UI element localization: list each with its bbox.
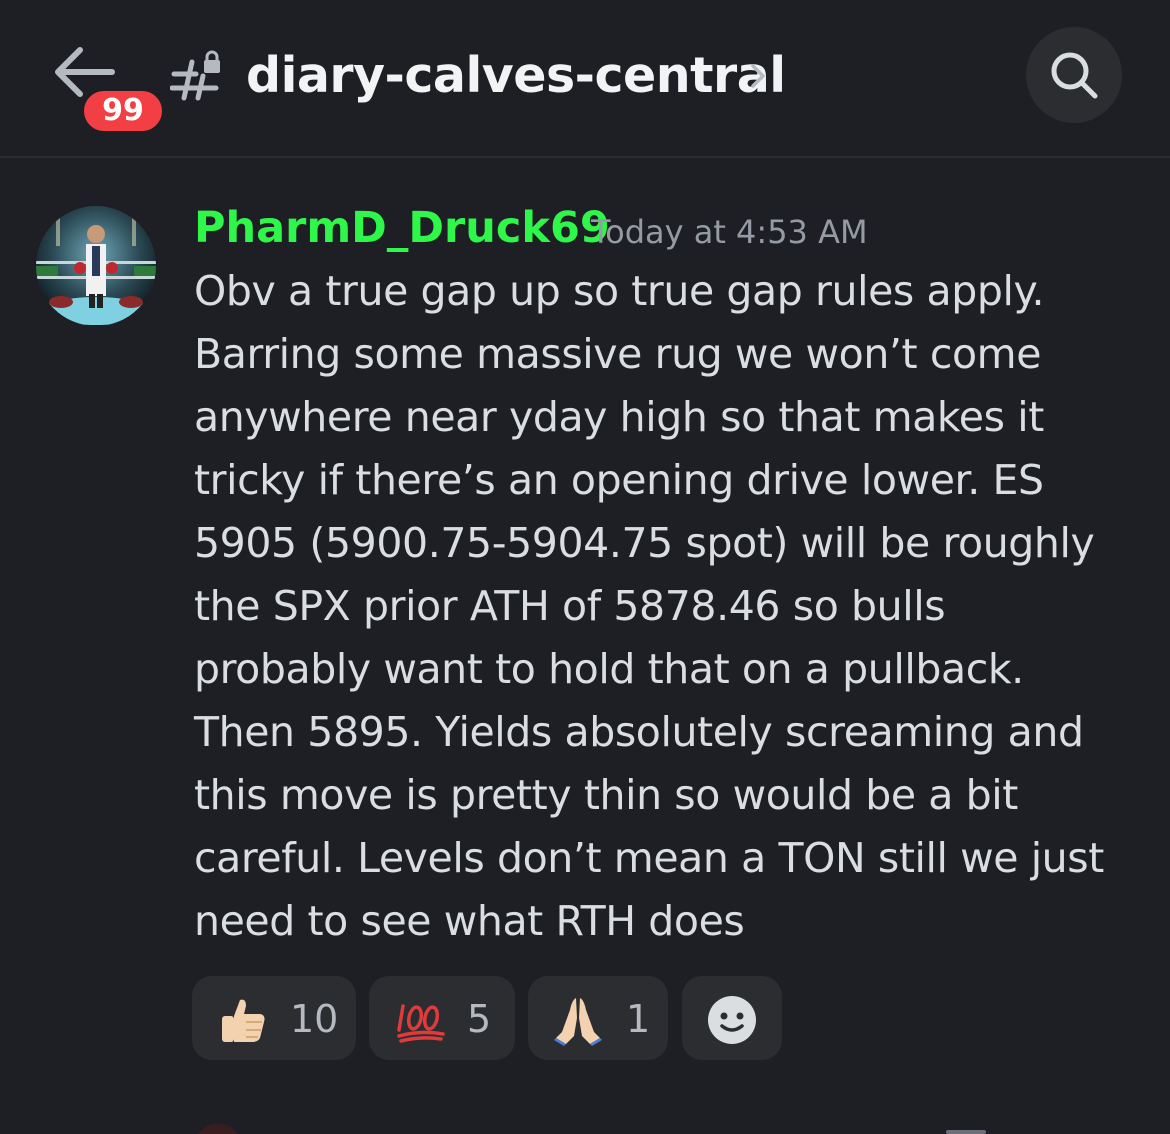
reaction-folded-hands[interactable]: 1: [528, 976, 668, 1060]
search-button[interactable]: [1026, 27, 1122, 123]
message-line: 5905 (5900.75-5904.75 spot) will be roug…: [194, 519, 1095, 567]
chevron-right-icon[interactable]: [748, 62, 768, 90]
add-reaction-button[interactable]: [682, 976, 782, 1060]
folded-hands-icon: [554, 998, 602, 1046]
message-line: Barring some massive rug we won’t come: [194, 330, 1042, 378]
hundred-points-icon: [397, 1004, 445, 1043]
channel-name[interactable]: diary-calves-central: [246, 44, 786, 108]
next-message-fragment: [946, 1130, 986, 1134]
thumbs-up-icon: [222, 999, 265, 1042]
message-line: this move is pretty thin so would be a b…: [194, 771, 1018, 819]
message-timestamp: Today at 4:53 AM: [591, 213, 868, 251]
unread-badge: 99: [80, 87, 166, 135]
message-line: Then 5895. Yields absolutely screaming a…: [194, 708, 1084, 756]
message-line: probably want to hold that on a pullback…: [194, 645, 1024, 693]
reaction-hundred[interactable]: 5: [369, 976, 515, 1060]
channel-header: 99 diary-calves-central: [0, 0, 1170, 158]
discord-channel-view: 99 diary-calves-central PharmD_Druck69 T…: [0, 0, 1170, 1134]
message-content: Obv a true gap up so true gap rules appl…: [194, 260, 1154, 953]
add-reaction-smiley-icon: [708, 996, 756, 1044]
message-line: Obv a true gap up so true gap rules appl…: [194, 267, 1045, 315]
reaction-count: 10: [290, 997, 339, 1041]
search-icon: [1051, 52, 1098, 99]
message-line: need to see what RTH does: [194, 897, 745, 945]
reaction-count: 1: [626, 997, 651, 1041]
reaction-count: 5: [467, 997, 492, 1041]
message-line: tricky if there’s an opening drive lower…: [194, 456, 1044, 504]
reaction-thumbs-up[interactable]: 10: [192, 976, 356, 1060]
avatar[interactable]: [36, 206, 156, 326]
next-message-avatar[interactable]: [196, 1124, 240, 1134]
message-author[interactable]: PharmD_Druck69: [194, 200, 610, 256]
hashtag-lock-icon: [170, 50, 220, 101]
message-line: anywhere near yday high so that makes it: [194, 393, 1044, 441]
message-line: the SPX prior ATH of 5878.46 so bulls: [194, 582, 946, 630]
message-line: careful. Levels don’t mean a TON still w…: [194, 834, 1104, 882]
